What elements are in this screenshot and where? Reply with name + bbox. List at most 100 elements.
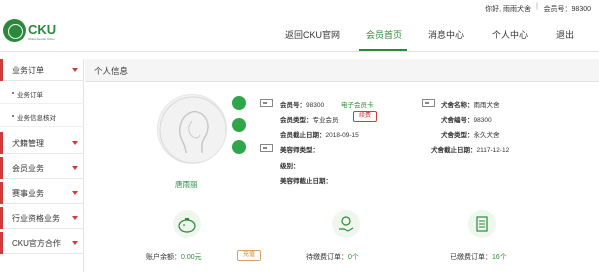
cku-logo[interactable]: CKU China Kennel Union [3,17,63,49]
member-number-text: 会员号：98300 [543,6,591,13]
logo-brand: CKU [28,22,57,37]
member-number-row: 会员号：98300 [280,99,324,109]
logo-tagline: China Kennel Union [28,37,55,41]
member-expire-value: 2018-09-15 [325,132,359,139]
pending-orders-row: 待缴费订单：0个 [306,252,359,262]
groomer-card-icon [260,144,273,152]
groomer-type-label: 美容师类型： [280,147,319,154]
greeting-text: 你好, 雨雨犬舍 [485,6,531,13]
nav-active-underline [359,49,407,51]
sidebar-subitem-label: 业务信息核对 [17,115,56,122]
member-type-label: 会员类型： [280,117,313,124]
kennel-type-row: 犬舍类型：永久犬舍 [441,129,500,139]
groomer-type-row: 美容师类型： [280,144,319,154]
member-card-icon [260,99,273,107]
top-bar: 你好, 雨雨犬舍 | 会员号：98300 [0,0,599,17]
user-silhouette-icon [159,96,226,163]
sidebar: 业务订单 业务订单 业务信息核对 犬籍管理 会员业务 赛事业务 行业资格业务 C… [0,59,84,272]
e-member-card-link[interactable]: 电子会员卡 [341,99,374,109]
kennel-name-label: 犬舍名称： [441,102,474,109]
sidebar-item-business-orders[interactable]: 业务订单 [0,59,84,81]
sidebar-subitem-info-check[interactable]: 业务信息核对 [0,105,84,127]
avatar-name: 唐雨丽 [175,180,198,189]
sidebar-item-label: 犬籍管理 [12,139,44,148]
member-number-label: 会员号： [280,102,306,109]
panel-title: 个人信息 [94,66,129,76]
member-status-dot [232,96,246,110]
kennel-expire-value: 2117-12-12 [476,147,510,154]
kennel-number-label: 犬舍编号： [441,117,474,124]
sidebar-item-cku-cooperation[interactable]: CKU官方合作 [0,232,84,254]
member-expire-row: 会员截止日期：2018-09-15 [280,129,359,139]
sidebar-item-label: 业务订单 [12,66,44,75]
sidebar-item-member-business[interactable]: 会员业务 [0,157,84,179]
kennel-name-row: 犬舍名称：雨雨犬舍 [441,99,500,109]
nav-return-cku-site[interactable]: 返回CKU官网 [285,28,340,41]
nav-member-home[interactable]: 会员首页 [366,28,402,41]
kennel-type-value: 永久犬舍 [473,132,500,139]
chevron-down-icon [72,166,78,170]
section-marker [0,232,3,254]
section-marker [0,207,3,229]
groomer-expire-label: 美容师截止日期： [280,178,332,185]
balance-label: 账户余额： [146,254,181,261]
groomer-level-row: 级别： [280,160,300,170]
account-balance-row: 账户余额：0.00元 [146,252,202,262]
paid-order-icon [468,210,496,238]
member-type-value: 专业会员 [312,117,339,124]
sidebar-item-label: 赛事业务 [12,189,44,198]
active-indicator [0,59,3,81]
sidebar-item-label: CKU官方合作 [12,239,61,248]
paid-orders-row: 已缴费订单：16个 [450,252,507,262]
member-type-row: 会员类型：专业会员 [280,114,339,124]
kennel-type-label: 犬舍类型： [441,132,474,139]
topbar-separator: | [536,3,538,10]
member-number-value: 98300 [306,102,325,109]
kennel-number-value: 98300 [473,117,492,124]
groomer-level-label: 级别： [280,163,300,170]
member-expire-label: 会员截止日期： [280,132,326,139]
pending-orders-value[interactable]: 0个 [348,254,359,261]
section-marker [0,157,3,179]
sidebar-item-event-business[interactable]: 赛事业务 [0,182,84,204]
bullet-icon [12,115,14,117]
balance-value: 0.00元 [181,254,202,261]
sidebar-subitem-business-orders[interactable]: 业务订单 [0,82,84,104]
renew-button[interactable]: 续费 [353,111,377,122]
bullet-icon [12,92,14,94]
kennel-expire-label: 犬舍截止日期： [431,147,477,154]
kennel-name-value: 雨雨犬舍 [473,102,500,109]
groomer-status-dot [232,140,246,154]
nav-message-center[interactable]: 消息中心 [428,28,464,41]
sidebar-subitem-label: 业务订单 [17,92,43,99]
section-marker [0,182,3,204]
logo-seal-icon [3,19,26,42]
sidebar-item-dog-registry[interactable]: 犬籍管理 [0,132,84,154]
paid-orders-label: 已缴费订单： [450,254,492,261]
avatar[interactable] [157,94,227,164]
recharge-button[interactable]: 充值 [237,250,261,261]
sidebar-item-label: 行业资格业务 [12,214,60,223]
nav-personal-center[interactable]: 个人中心 [492,28,528,41]
pending-payment-icon [332,210,360,238]
section-marker [0,132,3,154]
paid-orders-value[interactable]: 16个 [492,254,507,261]
groomer-expire-row: 美容师截止日期： [280,175,332,185]
kennel-card-icon [422,99,435,107]
main-content: 个人信息 唐雨丽 会员号：98300 电子会员卡 会员类型：专业会员 续费 会员… [85,59,599,272]
kennel-expire-row: 犬舍截止日期：2117-12-12 [431,144,509,154]
chevron-down-icon [72,216,78,220]
sidebar-item-qualification-business[interactable]: 行业资格业务 [0,207,84,229]
pending-orders-label: 待缴费订单： [306,254,348,261]
chevron-down-icon [72,191,78,195]
member-type-status-dot [232,118,246,132]
chevron-down-icon [72,68,78,72]
site-header: CKU China Kennel Union 返回CKU官网 会员首页 消息中心… [0,17,599,52]
kennel-number-row: 犬舍编号：98300 [441,114,492,124]
nav-logout[interactable]: 退出 [556,28,574,41]
chevron-down-icon [72,141,78,145]
chevron-down-icon [72,241,78,245]
sidebar-item-label: 会员业务 [12,164,44,173]
panel-header: 个人信息 [85,59,599,82]
piggy-bank-icon [173,210,201,238]
